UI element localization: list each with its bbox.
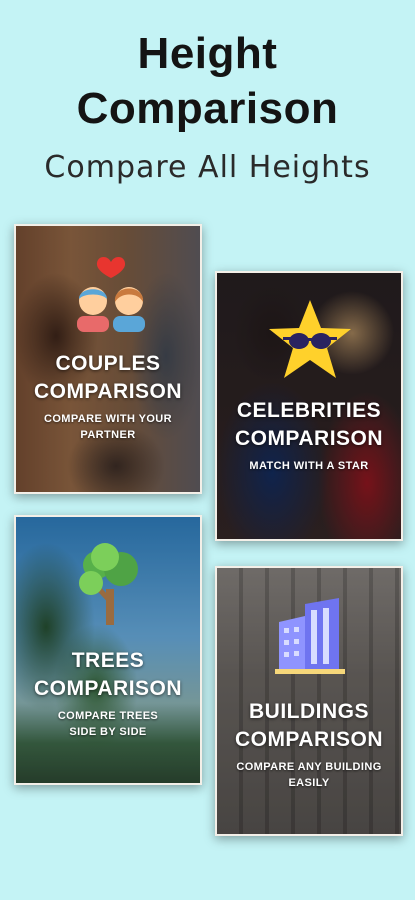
buildings-card-subtitle: COMPARE ANY BUILDING EASILY: [236, 761, 382, 789]
trees-card-title: TREES COMPARISON: [33, 649, 183, 700]
buildings-comparison-card[interactable]: BUILDINGS COMPARISON COMPARE ANY BUILDIN…: [215, 566, 403, 836]
trees-comparison-card[interactable]: TREES COMPARISON COMPARE TREES SIDE BY S…: [14, 515, 202, 785]
couples-card-title: COUPLES COMPARISON: [33, 352, 183, 403]
trees-card-subtitle: COMPARE TREES SIDE BY SIDE: [57, 710, 159, 738]
tree-icon: [79, 543, 138, 625]
couples-card-subtitle: COMPARE WITH YOUR PARTNER: [43, 413, 172, 441]
page-subtitle: Compare All Heights: [44, 150, 371, 185]
couple-heart-icon: [77, 256, 145, 332]
celebrities-card-title: CELEBRITIES COMPARISON: [234, 399, 384, 450]
page-title: Height Comparison: [76, 29, 339, 133]
star-sunglasses-icon: [269, 300, 351, 378]
celebrities-card-subtitle: MATCH WITH A STAR: [249, 460, 369, 472]
buildings-icon: [275, 598, 345, 674]
buildings-card-title: BUILDINGS COMPARISON: [234, 700, 384, 751]
couples-comparison-card[interactable]: COUPLES COMPARISON COMPARE WITH YOUR PAR…: [14, 224, 202, 494]
celebrities-comparison-card[interactable]: CELEBRITIES COMPARISON MATCH WITH A STAR: [215, 271, 403, 541]
